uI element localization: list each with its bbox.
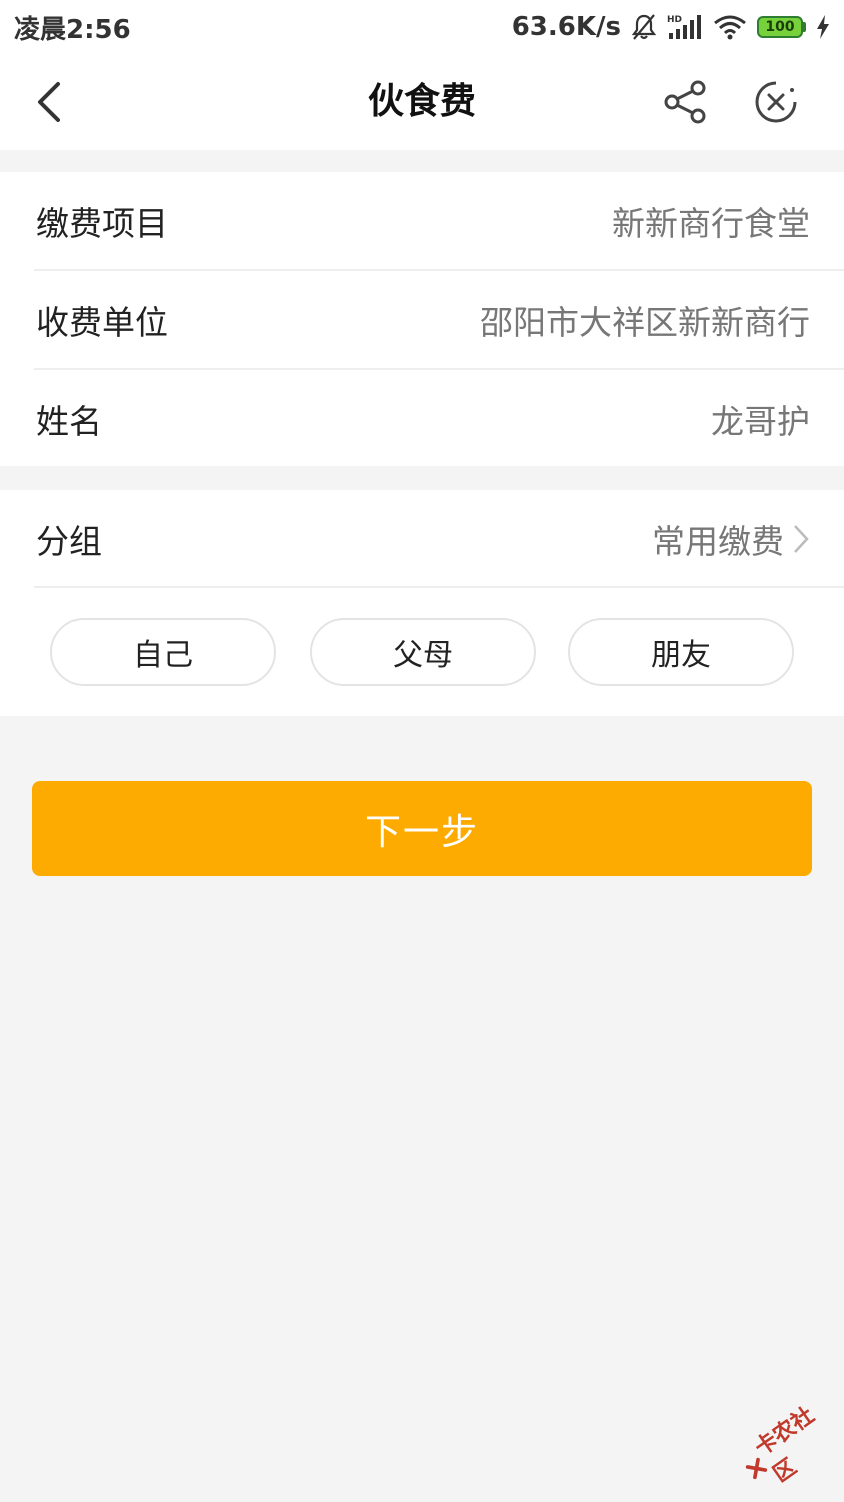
chip-self[interactable]: 自己 (50, 618, 276, 686)
watermark: 卡农社区 (729, 1388, 844, 1502)
page-title: 伙食费 (367, 81, 476, 122)
payment-item-value: 新新商行食堂 (612, 204, 810, 243)
nav-bar: 伙食费 (0, 54, 844, 150)
payment-info-card: 缴费项目 新新商行食堂 收费单位 邵阳市大祥区新新商行 姓名 龙哥护 (0, 172, 844, 466)
name-row: 姓名 龙哥护 (0, 370, 844, 468)
next-step-button[interactable]: 下一步 (32, 781, 812, 876)
payee-row: 收费单位 邵阳市大祥区新新商行 (0, 271, 844, 369)
name-value: 龙哥护 (711, 402, 810, 441)
name-label: 姓名 (36, 402, 102, 441)
chip-parents[interactable]: 父母 (310, 618, 536, 686)
chevron-right-icon (794, 525, 809, 553)
status-bar: 凌晨2:56 63.6K/s HD 100 (0, 0, 844, 54)
hd-signal-icon: HD (667, 15, 701, 39)
svg-text:HD: HD (667, 15, 682, 25)
charging-icon (817, 15, 829, 39)
group-value-container[interactable]: 常用缴费 (652, 515, 810, 563)
battery-icon: 100 (757, 16, 806, 38)
payee-value: 邵阳市大祥区新新商行 (480, 303, 810, 342)
battery-level: 100 (757, 16, 803, 38)
divider (34, 586, 844, 588)
share-icon[interactable] (662, 78, 710, 126)
chip-friends[interactable]: 朋友 (568, 618, 794, 686)
payment-item-label: 缴费项目 (36, 204, 168, 243)
status-icons: 63.6K/s HD 100 (512, 12, 830, 42)
group-label: 分组 (36, 522, 102, 561)
bell-muted-icon (631, 14, 657, 40)
group-value: 常用缴费 (652, 522, 784, 561)
close-circle-icon[interactable] (754, 80, 798, 124)
payment-item-row: 缴费项目 新新商行食堂 (0, 172, 844, 270)
group-card: 分组 常用缴费 自己 父母 朋友 (0, 490, 844, 716)
status-time: 凌晨2:56 (14, 14, 131, 45)
payee-label: 收费单位 (36, 303, 168, 342)
group-row[interactable]: 分组 常用缴费 (0, 490, 844, 588)
wifi-icon (714, 15, 746, 40)
group-chips: 自己 父母 朋友 (0, 618, 844, 688)
back-arrow-icon[interactable] (30, 78, 74, 126)
network-speed: 63.6K/s (511, 12, 621, 42)
